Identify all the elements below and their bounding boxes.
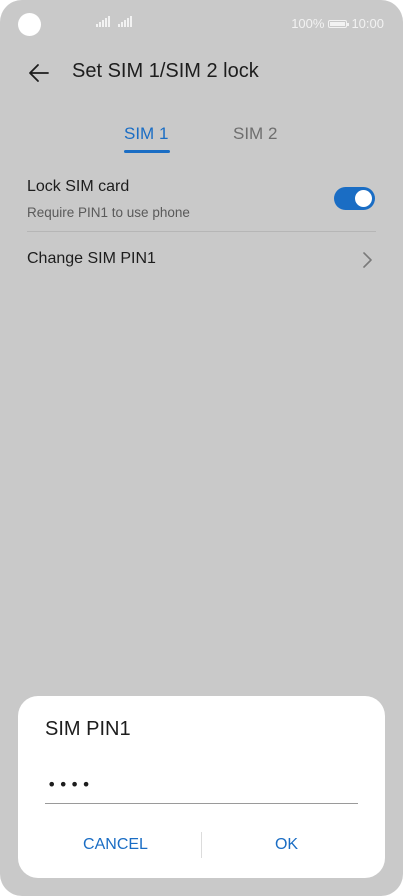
battery-icon xyxy=(328,19,350,28)
signal-icons xyxy=(96,16,132,27)
change-pin-title: Change SIM PIN1 xyxy=(27,250,156,267)
status-bar: 100% 10:00 xyxy=(0,0,403,48)
status-time: 10:00 xyxy=(351,16,384,31)
battery-level xyxy=(330,21,346,26)
camera-hole xyxy=(18,13,41,36)
toggle-knob xyxy=(355,190,372,207)
sim-pin-dialog: SIM PIN1 CANCEL OK xyxy=(18,696,385,878)
dialog-title: SIM PIN1 xyxy=(45,718,131,740)
cancel-button[interactable]: CANCEL xyxy=(24,830,207,860)
tab-sim1[interactable]: SIM 1 xyxy=(124,124,168,144)
signal-sim2-icon xyxy=(118,16,132,27)
phone-screen: 100% 10:00 Set SIM 1/SIM 2 lock SIM 1 SI… xyxy=(0,0,403,896)
tab-sim2[interactable]: SIM 2 xyxy=(233,124,277,144)
settings-list: Lock SIM card Require PIN1 to use phone … xyxy=(27,170,376,286)
lock-sim-subtitle: Require PIN1 to use phone xyxy=(27,205,190,220)
signal-sim1-icon xyxy=(96,16,110,27)
battery-percent: 100% xyxy=(291,16,325,31)
dialog-actions: CANCEL OK xyxy=(18,830,385,860)
back-button[interactable] xyxy=(24,58,54,88)
pin-input[interactable] xyxy=(45,766,358,804)
ok-button[interactable]: OK xyxy=(195,830,378,860)
app-bar: Set SIM 1/SIM 2 lock xyxy=(0,48,403,96)
tab-indicator xyxy=(124,150,170,153)
status-right: 100% 10:00 xyxy=(291,16,384,31)
sim-tabs: SIM 1 SIM 2 xyxy=(0,118,403,158)
arrow-left-icon xyxy=(29,64,49,82)
lock-sim-toggle[interactable] xyxy=(334,187,375,210)
lock-sim-title: Lock SIM card xyxy=(27,178,130,195)
page-title: Set SIM 1/SIM 2 lock xyxy=(72,60,259,82)
chevron-right-icon xyxy=(363,252,372,268)
change-pin-row[interactable]: Change SIM PIN1 xyxy=(27,232,376,286)
lock-sim-row[interactable]: Lock SIM card Require PIN1 to use phone xyxy=(27,170,376,231)
